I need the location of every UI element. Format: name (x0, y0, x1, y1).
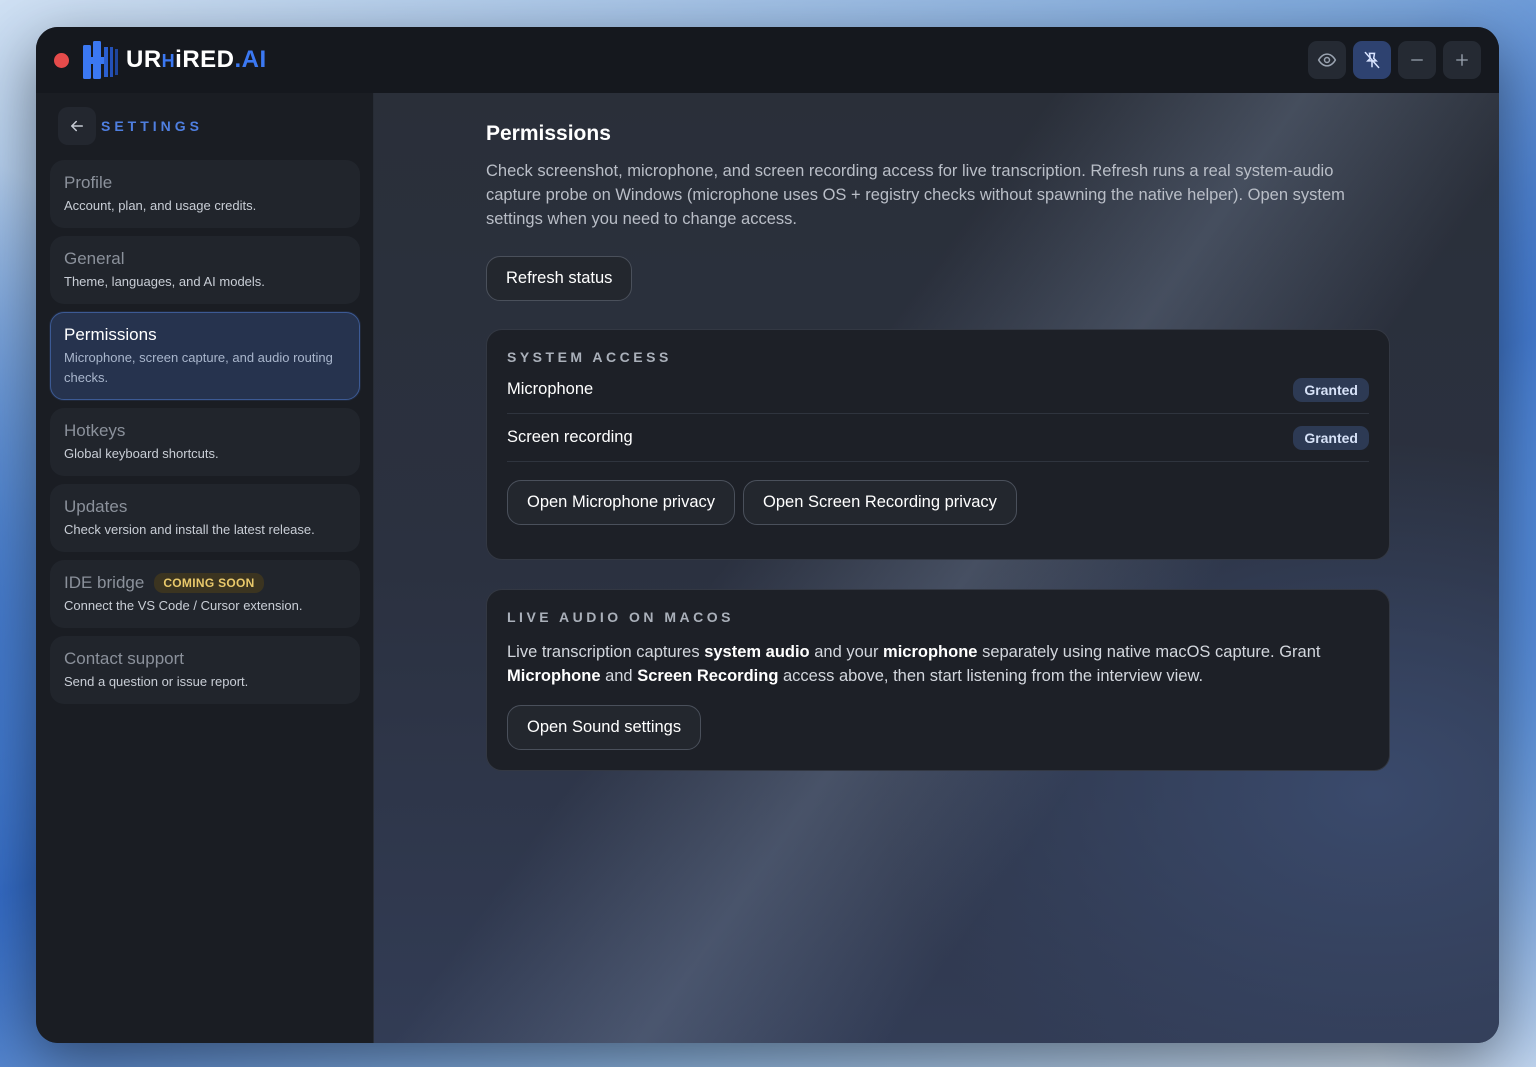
pin-off-icon (1364, 51, 1380, 69)
open-microphone-privacy-button[interactable]: Open Microphone privacy (507, 480, 736, 525)
logo-text: URHiRED.AI (126, 46, 267, 73)
sidebar-item-subtitle: Check version and install the latest rel… (64, 522, 315, 537)
sidebar-item-title: Permissions (64, 325, 157, 344)
sidebar-item-hotkeys[interactable]: Hotkeys Global keyboard shortcuts. (50, 408, 360, 476)
visibility-button[interactable] (1308, 41, 1346, 79)
sidebar-item-permissions[interactable]: Permissions Microphone, screen capture, … (50, 312, 360, 400)
sidebar-item-contact-support[interactable]: Contact support Send a question or issue… (50, 636, 360, 704)
sidebar-item-title: General (64, 249, 125, 268)
settings-main: Permissions Check screenshot, microphone… (374, 93, 1499, 1043)
open-screen-recording-privacy-button[interactable]: Open Screen Recording privacy (743, 480, 1017, 525)
coming-soon-badge: COMING SOON (154, 573, 264, 593)
permission-row-screen-recording: Screen recording Granted (507, 414, 1369, 462)
live-audio-card: LIVE AUDIO ON MACOS Live transcription c… (486, 589, 1390, 771)
settings-sidebar: SETTINGS Profile Account, plan, and usag… (36, 93, 374, 1043)
sidebar-item-title: Contact support (64, 649, 185, 668)
minus-icon (1411, 59, 1423, 61)
sidebar-item-subtitle: Microphone, screen capture, and audio ro… (64, 350, 333, 385)
sidebar-item-title: Profile (64, 173, 113, 192)
refresh-status-button[interactable]: Refresh status (486, 256, 633, 301)
recording-indicator (54, 53, 69, 68)
permission-label: Microphone (507, 380, 594, 398)
live-audio-description: Live transcription captures system audio… (507, 643, 1321, 685)
sidebar-item-subtitle: Theme, languages, and AI models. (64, 274, 265, 289)
page-title: Permissions (486, 122, 611, 145)
app-logo: URHiRED.AI (82, 39, 267, 81)
sidebar-item-ide-bridge[interactable]: IDE bridge COMING SOON Connect the VS Co… (50, 560, 360, 628)
section-heading: LIVE AUDIO ON MACOS (507, 609, 734, 625)
settings-label: SETTINGS (101, 118, 204, 134)
permissions-panel: Permissions Check screenshot, microphone… (486, 121, 1390, 771)
permission-row-microphone: Microphone Granted (507, 366, 1369, 414)
sidebar-item-title: Hotkeys (64, 421, 126, 440)
maximize-button[interactable] (1443, 41, 1481, 79)
unpin-button[interactable] (1353, 41, 1391, 79)
plus-icon (1456, 54, 1468, 66)
sidebar-item-subtitle: Connect the VS Code / Cursor extension. (64, 598, 303, 613)
sidebar-item-profile[interactable]: Profile Account, plan, and usage credits… (50, 160, 360, 228)
settings-header: SETTINGS (58, 107, 203, 145)
sidebar-item-title: IDE bridge (64, 573, 145, 592)
minimize-button[interactable] (1398, 41, 1436, 79)
sidebar-item-title: Updates (64, 497, 128, 516)
sidebar-item-subtitle: Global keyboard shortcuts. (64, 446, 219, 461)
status-badge: Granted (1293, 377, 1369, 402)
app-window: URHiRED.AI SETTINGS Profile Account, pla… (36, 27, 1499, 1043)
page-description: Check screenshot, microphone, and screen… (486, 162, 1345, 228)
sidebar-item-title-row: IDE bridge COMING SOON (64, 572, 346, 594)
sidebar-item-subtitle: Send a question or issue report. (64, 674, 249, 689)
settings-nav: Profile Account, plan, and usage credits… (50, 160, 360, 712)
section-heading: SYSTEM ACCESS (507, 349, 672, 365)
sidebar-item-updates[interactable]: Updates Check version and install the la… (50, 484, 360, 552)
back-button[interactable] (58, 107, 96, 145)
open-sound-settings-button[interactable]: Open Sound settings (507, 705, 702, 750)
status-badge: Granted (1293, 425, 1369, 450)
window-controls (1308, 41, 1481, 79)
eye-icon (1317, 53, 1337, 67)
arrow-left-icon (71, 120, 83, 132)
sidebar-item-general[interactable]: General Theme, languages, and AI models. (50, 236, 360, 304)
system-access-card: SYSTEM ACCESS Microphone Granted Screen … (486, 329, 1390, 560)
permission-label: Screen recording (507, 428, 633, 446)
privacy-buttons: Open Microphone privacy Open Screen Reco… (507, 480, 1369, 525)
sidebar-item-subtitle: Account, plan, and usage credits. (64, 198, 257, 213)
logo-mark-icon (83, 41, 118, 79)
title-bar: URHiRED.AI (36, 27, 1499, 94)
